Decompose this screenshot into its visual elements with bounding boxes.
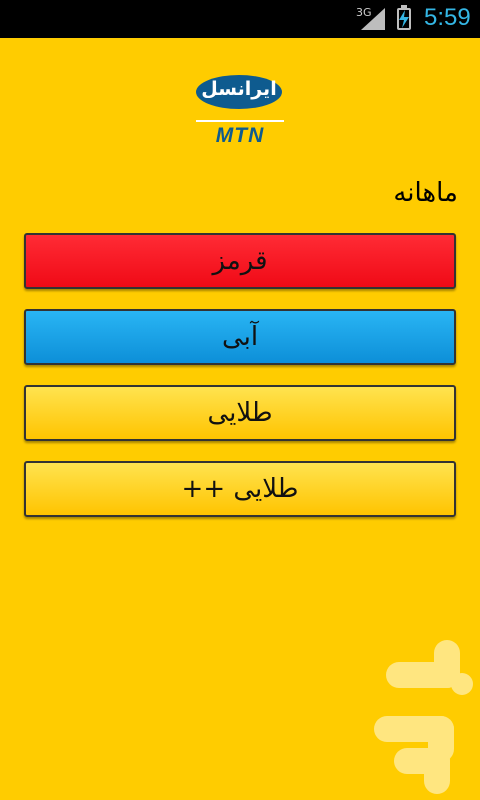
status-bar: 3G 5:59: [0, 0, 480, 38]
logo-divider: [196, 120, 284, 122]
plan-button-label: آبی: [221, 322, 259, 352]
logo-mtn-text: MTN: [215, 124, 265, 147]
plan-button-label: طلایی: [207, 398, 273, 428]
irancell-logo: ایرانسل MTN: [196, 72, 284, 152]
plan-button-gold-plus[interactable]: طلایی ++: [24, 461, 456, 517]
logo-brand-name: ایرانسل: [201, 78, 277, 100]
charging-icon: [399, 10, 409, 28]
plan-button-gold[interactable]: طلایی: [24, 385, 456, 441]
plan-button-red[interactable]: قرمز: [24, 233, 456, 289]
signal-icon: [361, 8, 385, 30]
app-store-watermark-icon: [374, 640, 473, 794]
plan-button-label: طلایی ++: [181, 474, 299, 504]
clock: 5:59: [424, 4, 471, 31]
plan-button-label: قرمز: [212, 246, 268, 276]
section-title: ماهانه: [393, 178, 458, 208]
plan-button-blue[interactable]: آبی: [24, 309, 456, 365]
